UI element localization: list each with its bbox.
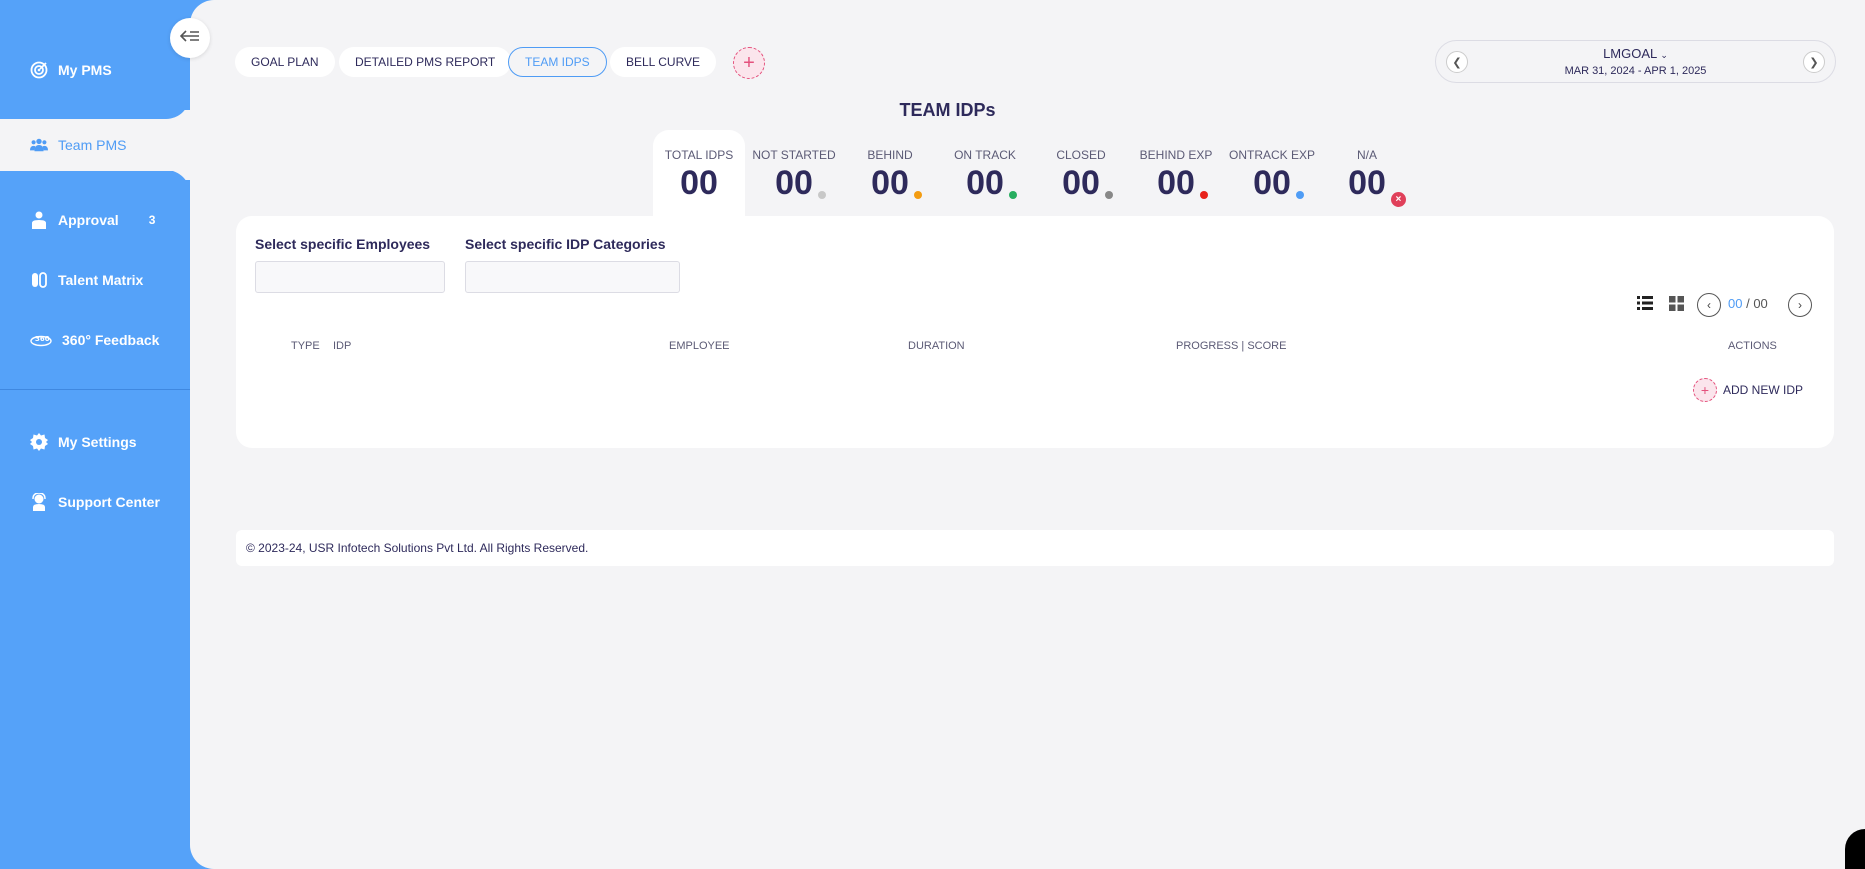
stat-label: BEHIND	[867, 148, 913, 162]
tab-detailed-pms-report[interactable]: DETAILED PMS REPORT	[339, 47, 512, 77]
sidebar-divider	[0, 389, 190, 390]
gear-icon	[30, 433, 48, 451]
next-page-button[interactable]: ›	[1788, 293, 1812, 317]
window-corner	[1845, 829, 1865, 869]
column-header-progress-score: PROGRESS | SCORE	[1176, 340, 1287, 352]
stat-not-started[interactable]: NOT STARTED 00	[748, 130, 840, 216]
stat-behind[interactable]: BEHIND 00	[844, 130, 936, 216]
stat-label: TOTAL IDPS	[664, 148, 734, 162]
sidebar-item-label: Talent Matrix	[58, 272, 144, 288]
page-title: TEAM IDPs	[899, 100, 996, 120]
stat-label: BEHIND EXP	[1139, 148, 1213, 162]
stat-label: ON TRACK	[954, 148, 1016, 162]
svg-text:360: 360	[35, 335, 50, 343]
status-dot	[817, 191, 826, 199]
matrix-icon	[30, 271, 48, 289]
period-selector: ❮ LMGOAL ⌄ MAR 31, 2024 - APR 1, 2025 ❯	[1435, 40, 1836, 83]
sidebar-item-team-pms[interactable]: Team PMS	[0, 119, 190, 171]
status-dot	[1008, 191, 1017, 199]
sidebar-item-support-center[interactable]: Support Center	[0, 477, 190, 527]
sidebar-item-label: 360° Feedback	[62, 332, 160, 348]
stat-total-idps[interactable]: TOTAL IDPS 00	[653, 130, 745, 216]
list-view-icon[interactable]	[1636, 294, 1654, 312]
sidebar-item-my-pms[interactable]: My PMS	[0, 45, 190, 95]
feedback-360-icon: 360	[30, 331, 52, 349]
stat-behind-exp[interactable]: BEHIND EXP 00	[1130, 130, 1222, 216]
add-new-idp-button[interactable]: + ADD NEW IDP	[1693, 378, 1803, 402]
sidebar-item-label: My Settings	[58, 434, 137, 450]
sidebar-item-approval[interactable]: Approval 3	[0, 195, 190, 245]
sidebar: My PMS Team PMS Approval 3 Talent Matrix…	[0, 0, 190, 869]
page-indicator: 00 / 00	[1728, 296, 1768, 311]
status-dot	[1104, 191, 1113, 199]
column-header-type: TYPE	[291, 340, 320, 352]
copyright-text: © 2023-24, USR Infotech Solutions Pvt Lt…	[246, 541, 589, 555]
chevron-left-icon: ‹	[1707, 298, 1711, 312]
sidebar-item-label: Team PMS	[58, 137, 127, 153]
tab-team-idps[interactable]: TEAM IDPS	[508, 47, 607, 77]
add-tab-button[interactable]: +	[733, 47, 765, 79]
stat-value: 00	[1157, 164, 1208, 203]
sidebar-collapse-button[interactable]	[170, 18, 210, 58]
collapse-arrow-icon	[179, 29, 200, 48]
column-header-employee: EMPLOYEE	[669, 340, 730, 352]
stat-ontrack-exp[interactable]: ONTRACK EXP 00	[1226, 130, 1318, 216]
close-circle-icon: ×	[1390, 192, 1406, 207]
grid-view-icon[interactable]	[1667, 294, 1685, 312]
status-dot	[1295, 191, 1304, 199]
stat-value: 00	[775, 164, 826, 203]
categories-filter-input[interactable]	[465, 261, 680, 293]
employees-filter-label: Select specific Employees	[255, 236, 431, 252]
stat-value: 00	[1253, 164, 1304, 203]
stat-value: 00	[966, 164, 1017, 203]
approval-count-badge: 3	[148, 213, 156, 227]
team-icon	[30, 136, 48, 154]
stat-value: 00	[1062, 164, 1113, 203]
previous-page-button[interactable]: ‹	[1697, 293, 1721, 317]
period-title[interactable]: LMGOAL ⌄	[1436, 46, 1835, 61]
stat-closed[interactable]: CLOSED 00	[1035, 130, 1127, 216]
next-period-button[interactable]: ❯	[1803, 51, 1825, 73]
stat-label: ONTRACK EXP	[1228, 148, 1315, 162]
stat-value: 00 ×	[1348, 164, 1406, 207]
tab-goal-plan[interactable]: GOAL PLAN	[235, 47, 335, 77]
stat-na[interactable]: N/A 00 ×	[1321, 130, 1413, 216]
stat-label: NOT STARTED	[752, 148, 836, 162]
chevron-down-icon: ⌄	[1660, 50, 1668, 60]
stat-label: N/A	[1356, 148, 1377, 162]
column-header-idp: IDP	[333, 340, 352, 352]
sidebar-item-label: Approval	[58, 212, 119, 228]
stat-value: 00	[871, 164, 922, 203]
column-header-actions: ACTIONS	[1728, 340, 1777, 352]
categories-filter-label: Select specific IDP Categories	[465, 236, 666, 252]
period-dates: MAR 31, 2024 - APR 1, 2025	[1564, 65, 1707, 77]
idp-panel: Select specific Employees Select specifi…	[236, 216, 1834, 448]
chevron-right-icon: ❯	[1809, 56, 1819, 69]
period-title-text: LMGOAL	[1603, 46, 1657, 61]
footer: © 2023-24, USR Infotech Solutions Pvt Lt…	[236, 530, 1834, 566]
sidebar-item-label: My PMS	[58, 62, 112, 78]
chevron-right-icon: ›	[1798, 298, 1802, 312]
main-content: GOAL PLAN DETAILED PMS REPORT TEAM IDPS …	[190, 0, 1865, 869]
stat-on-track[interactable]: ON TRACK 00	[939, 130, 1031, 216]
sidebar-item-360-feedback[interactable]: 360 360° Feedback	[0, 315, 190, 365]
column-header-duration: DURATION	[908, 340, 965, 352]
sidebar-item-label: Support Center	[58, 494, 160, 510]
stat-value: 00	[680, 164, 718, 202]
plus-icon: +	[743, 51, 755, 74]
employees-filter-input[interactable]	[255, 261, 445, 293]
plus-icon: +	[1693, 378, 1717, 402]
support-icon	[30, 493, 48, 511]
approval-icon	[30, 211, 48, 229]
status-dot	[913, 191, 922, 199]
sidebar-item-talent-matrix[interactable]: Talent Matrix	[0, 255, 190, 305]
tab-bell-curve[interactable]: BELL CURVE	[610, 47, 717, 77]
status-dot	[1199, 191, 1208, 199]
sidebar-item-my-settings[interactable]: My Settings	[0, 417, 190, 467]
stat-label: CLOSED	[1056, 148, 1106, 162]
target-icon	[30, 61, 48, 79]
add-new-idp-label: ADD NEW IDP	[1723, 383, 1804, 397]
